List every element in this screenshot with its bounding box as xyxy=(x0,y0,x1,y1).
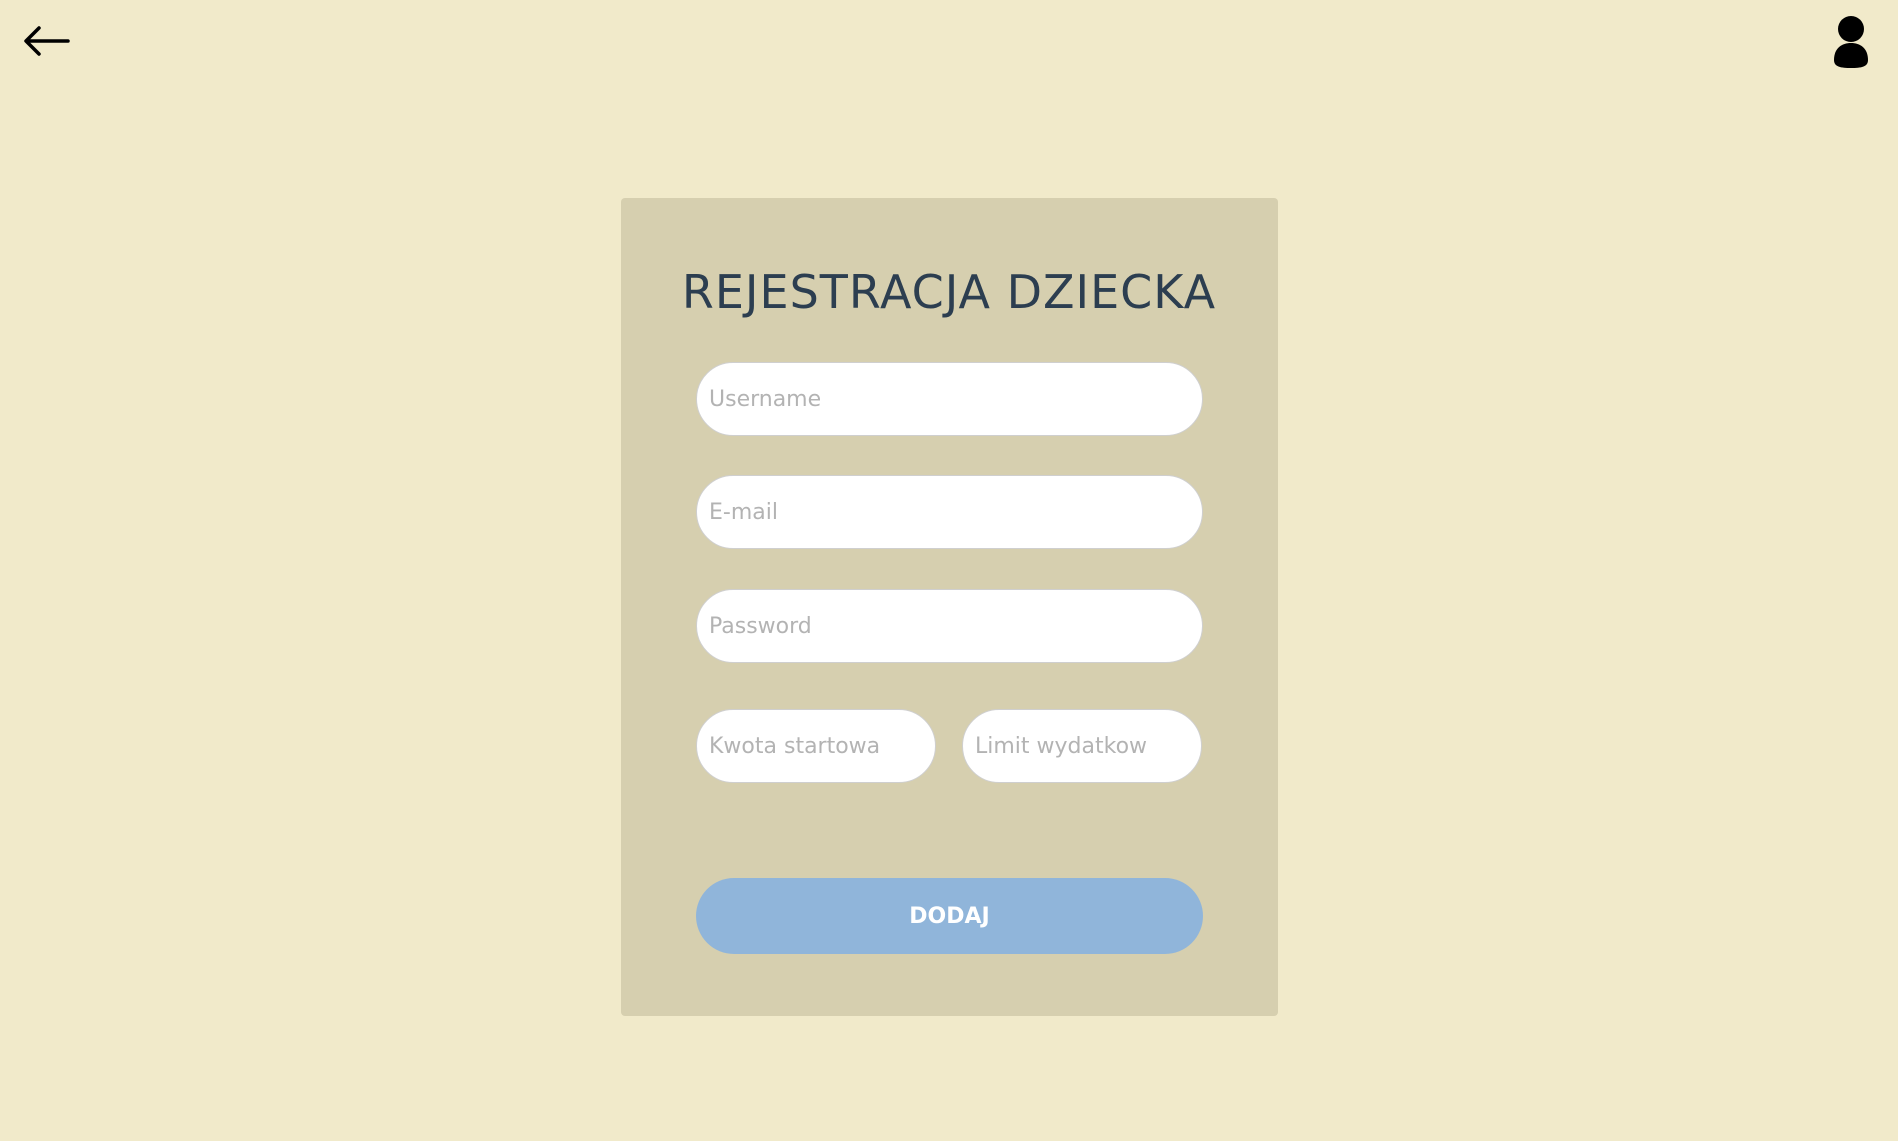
submit-button[interactable]: DODAJ xyxy=(696,878,1203,954)
profile-button[interactable] xyxy=(1830,14,1872,70)
start-amount-input[interactable] xyxy=(696,709,936,783)
spending-limit-input[interactable] xyxy=(962,709,1202,783)
password-input[interactable] xyxy=(696,589,1203,663)
form-title: REJESTRACJA DZIECKA xyxy=(681,265,1217,319)
email-input[interactable] xyxy=(696,475,1203,549)
arrow-left-icon xyxy=(24,26,70,56)
user-icon xyxy=(1834,16,1868,68)
back-button[interactable] xyxy=(22,22,72,60)
username-input[interactable] xyxy=(696,362,1203,436)
